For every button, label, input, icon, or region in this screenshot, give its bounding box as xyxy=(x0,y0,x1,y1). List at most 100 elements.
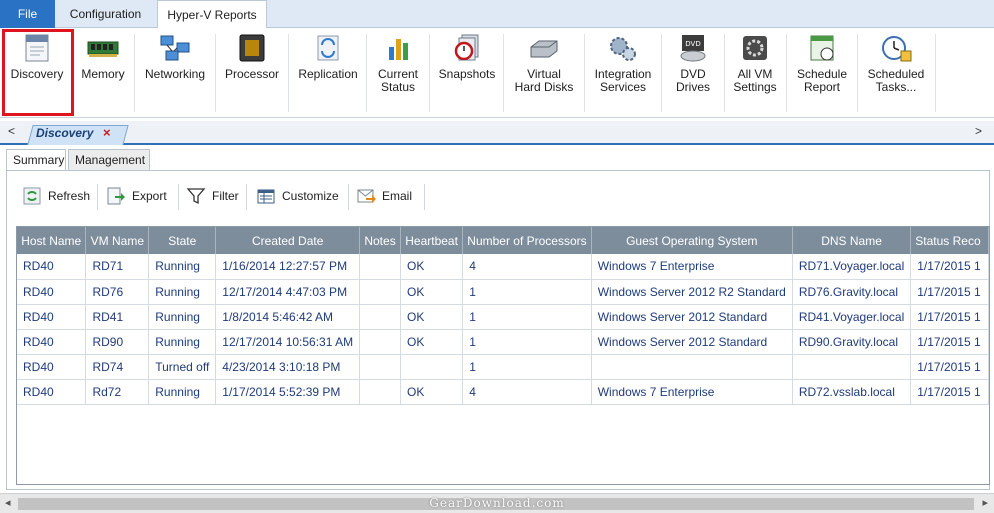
table-cell: 4 xyxy=(462,254,592,280)
table-row[interactable]: RD40 RD90 Running 12/17/2014 10:56:31 AM OK 1… xyxy=(17,329,989,355)
table-cell: RD40 xyxy=(17,354,87,380)
ribbon: Discovery Memory Networking Processor Re… xyxy=(0,28,994,118)
memory-icon xyxy=(87,41,119,57)
ribbon-label: Schedule Report xyxy=(796,67,848,94)
column-header[interactable]: State xyxy=(148,227,217,254)
table-cell: 12/17/2014 4:47:03 PM xyxy=(215,279,361,305)
table-cell: 1/17/2015 1 xyxy=(910,354,989,380)
table-cell: RD41 xyxy=(85,304,150,330)
table-cell: 1/16/2014 12:27:57 PM xyxy=(215,254,361,280)
table-cell: RD71.Voyager.local xyxy=(792,254,912,280)
table-cell: RD40 xyxy=(17,304,87,330)
ribbon-virtual-hard-disks-button[interactable]: Virtual Hard Disks xyxy=(505,28,583,116)
tab-scroll-right-button[interactable]: > xyxy=(975,124,982,138)
divider xyxy=(661,34,662,112)
refresh-button[interactable]: Refresh xyxy=(16,180,94,212)
table-cell xyxy=(359,354,401,380)
table-cell: RD72.vsslab.local xyxy=(792,379,912,405)
ribbon-networking-button[interactable]: Networking xyxy=(136,28,214,116)
column-header[interactable]: VM Name xyxy=(85,227,150,254)
discovery-table: Host Name VM Name State Created Date Not… xyxy=(17,227,989,405)
export-label: Export xyxy=(132,189,167,203)
column-header[interactable]: Heartbeat xyxy=(400,227,464,254)
table-row[interactable]: RD40 RD74 Turned off 4/23/2014 3:10:18 PM 1 1… xyxy=(17,354,989,380)
table-cell: RD41.Voyager.local xyxy=(792,304,912,330)
table-row[interactable]: RD40 RD41 Running 1/8/2014 5:46:42 AM OK 1 Win… xyxy=(17,304,989,330)
column-header[interactable]: Created Date xyxy=(215,227,361,254)
table-cell: 1 xyxy=(462,304,592,330)
ribbon-current-status-button[interactable]: Current Status xyxy=(368,28,428,116)
export-icon xyxy=(107,187,125,205)
ribbon-replication-button[interactable]: Replication xyxy=(290,28,366,116)
export-button[interactable]: Export xyxy=(100,180,176,212)
tab-management[interactable]: Management xyxy=(68,149,150,171)
networking-icon xyxy=(160,35,190,61)
table-cell xyxy=(400,354,464,380)
menu-file[interactable]: File xyxy=(0,0,55,28)
tab-discovery-label: Discovery xyxy=(36,126,94,140)
divider xyxy=(366,34,367,112)
ribbon-snapshots-button[interactable]: Snapshots xyxy=(431,28,503,116)
divider xyxy=(935,34,936,112)
schedule-report-icon xyxy=(810,35,834,61)
table-cell xyxy=(591,354,793,380)
table-cell xyxy=(359,329,401,355)
tab-scroll-left-button[interactable]: < xyxy=(8,124,15,138)
ribbon-label: All VM Settings xyxy=(733,67,777,94)
ribbon-label: Replication xyxy=(298,67,358,81)
discovery-grid: Host Name VM Name State Created Date Not… xyxy=(16,226,990,485)
divider xyxy=(215,34,216,112)
filter-button[interactable]: Filter xyxy=(180,180,244,212)
table-cell: RD40 xyxy=(17,329,87,355)
ribbon-label: Processor xyxy=(224,67,280,81)
table-row[interactable]: RD40 Rd72 Running 1/17/2014 5:52:39 PM OK 4 Wi… xyxy=(17,379,989,405)
customize-button[interactable]: Customize xyxy=(250,180,346,212)
divider xyxy=(246,184,247,210)
table-cell: 1/17/2015 1 xyxy=(910,279,989,305)
ribbon-schedule-report-button[interactable]: Schedule Report xyxy=(788,28,856,116)
table-cell: Running xyxy=(148,279,217,305)
column-header[interactable]: DNS Name xyxy=(792,227,912,254)
divider xyxy=(424,184,425,210)
menu-configuration[interactable]: Configuration xyxy=(57,0,154,28)
ribbon-label: DVD Drives xyxy=(675,67,710,94)
table-cell: 1/17/2015 1 xyxy=(910,379,989,405)
table-cell: 1/17/2015 1 xyxy=(910,304,989,330)
email-button[interactable]: Email xyxy=(350,180,422,212)
tab-summary[interactable]: Summary xyxy=(6,149,66,171)
column-header[interactable]: Status Reco xyxy=(910,227,989,254)
dvd-drives-icon: DVD xyxy=(680,35,706,62)
replication-icon xyxy=(317,35,339,61)
table-cell: Windows Server 2012 R2 Standard xyxy=(591,279,793,305)
table-row[interactable]: RD40 RD71 Running 1/16/2014 12:27:57 PM OK 4 W… xyxy=(17,254,989,280)
column-header[interactable]: Number of Processors xyxy=(462,227,592,254)
ribbon-memory-button[interactable]: Memory xyxy=(74,28,132,116)
ribbon-processor-button[interactable]: Processor xyxy=(217,28,287,116)
table-cell: 1/17/2014 5:52:39 PM xyxy=(215,379,361,405)
filter-label: Filter xyxy=(212,189,239,203)
ribbon-dvd-drives-button[interactable]: DVD DVD Drives xyxy=(663,28,723,116)
menu-hyperv-reports[interactable]: Hyper-V Reports xyxy=(157,0,267,29)
table-cell: RD40 xyxy=(17,254,87,280)
ribbon-scheduled-tasks-button[interactable]: Scheduled Tasks... xyxy=(859,28,933,116)
ribbon-all-vm-settings-button[interactable]: All VM Settings xyxy=(726,28,784,116)
table-cell: RD71 xyxy=(85,254,150,280)
divider xyxy=(288,34,289,112)
table-row[interactable]: RD40 RD76 Running 12/17/2014 4:47:03 PM OK 1 W… xyxy=(17,279,989,305)
divider xyxy=(857,34,858,112)
customize-label: Customize xyxy=(282,189,339,203)
divider xyxy=(178,184,179,210)
tab-close-icon[interactable]: × xyxy=(103,125,111,140)
column-header[interactable]: Notes xyxy=(359,227,401,254)
table-cell: Turned off xyxy=(148,354,217,380)
table-cell: RD40 xyxy=(17,379,87,405)
table-cell: RD76 xyxy=(85,279,150,305)
table-cell: RD90.Gravity.local xyxy=(792,329,912,355)
column-header[interactable]: Host Name xyxy=(17,227,87,254)
refresh-label: Refresh xyxy=(48,189,91,203)
ribbon-integration-services-button[interactable]: Integration Services xyxy=(586,28,660,116)
document-tab-strip: < Discovery × > xyxy=(0,121,994,145)
all-vm-settings-icon xyxy=(743,36,767,60)
divider xyxy=(786,34,787,112)
column-header[interactable]: Guest Operating System xyxy=(591,227,793,254)
